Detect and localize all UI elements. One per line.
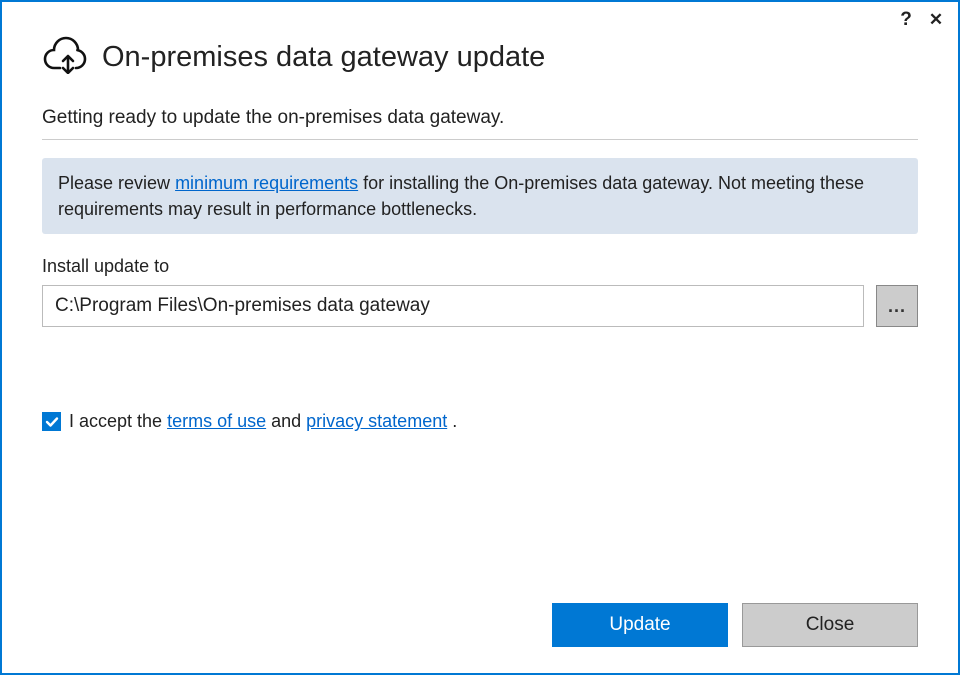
install-path-label: Install update to xyxy=(42,256,918,277)
ellipsis-icon: ... xyxy=(888,296,906,317)
terms-of-use-link[interactable]: terms of use xyxy=(167,411,266,431)
update-button[interactable]: Update xyxy=(552,603,728,647)
close-icon[interactable]: ✕ xyxy=(926,10,946,30)
subheading: Getting ready to update the on-premises … xyxy=(42,107,918,129)
help-icon[interactable]: ? xyxy=(896,10,916,30)
titlebar: ? ✕ xyxy=(2,2,958,30)
content-area: On-premises data gateway update Getting … xyxy=(2,30,958,603)
minimum-requirements-link[interactable]: minimum requirements xyxy=(175,173,358,193)
privacy-statement-link[interactable]: privacy statement xyxy=(306,411,447,431)
info-box: Please review minimum requirements for i… xyxy=(42,158,918,234)
accept-row: I accept the terms of use and privacy st… xyxy=(42,411,918,432)
info-text-pre: Please review xyxy=(58,173,175,193)
browse-button[interactable]: ... xyxy=(876,285,918,327)
close-button[interactable]: Close xyxy=(742,603,918,647)
accept-label: I accept the terms of use and privacy st… xyxy=(69,411,457,432)
dialog-window: ? ✕ On-premises data gateway update Gett… xyxy=(0,0,960,675)
header: On-premises data gateway update xyxy=(42,36,918,79)
checkmark-icon xyxy=(45,415,59,429)
install-path-row: ... xyxy=(42,285,918,327)
accept-checkbox[interactable] xyxy=(42,412,61,431)
divider xyxy=(42,139,918,140)
page-title: On-premises data gateway update xyxy=(102,41,545,74)
footer: Update Close xyxy=(2,603,958,673)
install-path-input[interactable] xyxy=(42,285,864,327)
cloud-upload-icon xyxy=(42,36,88,79)
